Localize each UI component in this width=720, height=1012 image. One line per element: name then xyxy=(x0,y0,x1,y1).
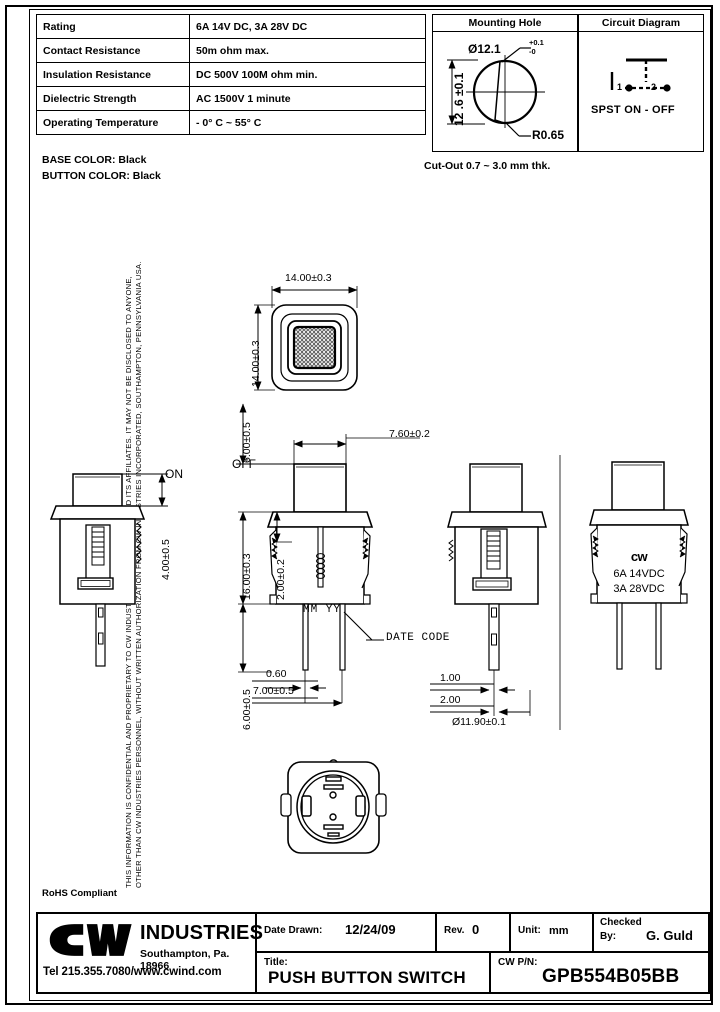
date-code-label: DATE CODE xyxy=(386,632,450,644)
side-view-pin-span-dim: 2.00 xyxy=(440,694,461,706)
drawing-sheet: THIS INFORMATION IS CONFIDENTIAL AND PRO… xyxy=(0,0,720,1012)
drawing-title-value: PUSH BUTTON SWITCH xyxy=(268,968,466,987)
spec-value-contact-resistance: 50m ohm max. xyxy=(189,38,426,63)
front-view-pin-pitch-dim: 7.00±0.5 xyxy=(253,685,294,697)
checked-by-label-line1: Checked xyxy=(600,917,642,928)
circuit-diagram-title: Circuit Diagram xyxy=(578,14,704,32)
table-row: Contact Resistance 50m ohm max. xyxy=(36,38,426,63)
mounting-hole-diameter: Ø12.1 xyxy=(468,42,501,56)
spec-label-dielectric-strength: Dielectric Strength xyxy=(36,86,190,111)
company-name: INDUSTRIES xyxy=(140,922,264,944)
unit-value: mm xyxy=(549,925,569,937)
rear-view-rating-line2: 3A 28VDC xyxy=(613,583,665,595)
confidentiality-note-line1: THIS INFORMATION IS CONFIDENTIAL AND PRO… xyxy=(124,275,133,888)
checked-by-value: G. Guld xyxy=(646,928,693,943)
mounting-hole-tol-plus: +0.1 xyxy=(529,38,544,47)
spec-label-contact-resistance: Contact Resistance xyxy=(36,38,190,63)
rear-view-brand-mark: cw xyxy=(630,549,648,564)
side-view-pin-width-dim: 1.00 xyxy=(440,672,461,684)
spec-value-operating-temperature: - 0° C ~ 55° C xyxy=(189,110,426,135)
spec-label-rating: Rating xyxy=(36,14,190,39)
company-logo-block: INDUSTRIES Southampton, Pa. 18966 Tel 21… xyxy=(40,916,263,990)
date-drawn-value: 12/24/09 xyxy=(345,922,396,937)
cw-logo-icon xyxy=(49,924,132,956)
confidentiality-note: THIS INFORMATION IS CONFIDENTIAL AND PRO… xyxy=(124,8,144,888)
part-number-label: CW P/N: xyxy=(498,957,538,968)
spec-label-insulation-resistance: Insulation Resistance xyxy=(36,62,190,87)
left-view-travel-dim: 4.00±0.5 xyxy=(160,539,172,580)
date-drawn-label: Date Drawn: xyxy=(264,925,323,936)
cutout-note: Cut-Out 0.7 ~ 3.0 mm thk. xyxy=(424,160,551,172)
mounting-hole-height: 12 .6 ±0.1 xyxy=(452,72,466,126)
mounting-hole-tol-minus: -0 xyxy=(529,47,536,56)
table-row: Operating Temperature - 0° C ~ 55° C xyxy=(36,110,426,135)
material-colors: BASE COLOR: Black BUTTON COLOR: Black xyxy=(42,152,161,184)
top-view-height-dim: 14.00±0.3 xyxy=(250,340,262,387)
unit-label: Unit: xyxy=(518,925,541,936)
base-color-note: BASE COLOR: Black xyxy=(42,154,147,166)
front-view-pin-length-dim: 6.00±0.5 xyxy=(241,689,253,730)
table-row: Dielectric Strength AC 1500V 1 minute xyxy=(36,86,426,111)
front-view-overall-height-dim: 16.00±0.3 xyxy=(241,553,253,600)
part-number-value: GPB554B05BB xyxy=(542,966,680,987)
title-label: Title: xyxy=(264,957,288,968)
circuit-diagram-panel xyxy=(578,14,704,152)
spec-value-rating: 6A 14V DC, 3A 28V DC xyxy=(189,14,426,39)
confidentiality-note-line2: OTHER THAN CW INDUSTRIES PERSONNEL, WITH… xyxy=(134,261,143,888)
specification-table: Rating 6A 14V DC, 3A 28V DC Contact Resi… xyxy=(36,14,426,135)
mounting-hole-title: Mounting Hole xyxy=(432,14,578,32)
side-view-barrel-dim: Ø11.90±0.1 xyxy=(452,716,507,728)
rev-value: 0 xyxy=(472,922,480,937)
rear-view-rating-line1: 6A 14VDC xyxy=(613,568,665,580)
front-view-top-stack-dim: 6.00±0.5 xyxy=(241,422,253,463)
front-view-pin-thickness-dim: 0.60 xyxy=(266,668,287,680)
terminal-2-label: 2 xyxy=(651,82,657,92)
mounting-hole-radius: R0.65 xyxy=(532,128,565,142)
table-row: Rating 6A 14V DC, 3A 28V DC xyxy=(36,14,426,39)
spec-value-insulation-resistance: DC 500V 100M ohm min. xyxy=(189,62,426,87)
checked-by-label-line2: By: xyxy=(600,931,617,942)
company-contact: Tel 215.355.7080/www.cwind.com xyxy=(43,966,222,978)
table-row: Insulation Resistance DC 500V 100M ohm m… xyxy=(36,62,426,87)
front-view-flange-dim: 2.00±0.2 xyxy=(275,559,287,600)
on-state-label: ON xyxy=(165,467,183,481)
rohs-compliant-note: RoHS Compliant xyxy=(42,888,117,899)
spec-label-operating-temperature: Operating Temperature xyxy=(36,110,190,135)
front-view-width-dim: 7.60±0.2 xyxy=(389,428,430,440)
spst-caption: SPST ON - OFF xyxy=(591,104,675,116)
rev-label: Rev. xyxy=(444,925,465,936)
button-color-note: BUTTON COLOR: Black xyxy=(42,170,161,182)
terminal-1-label: 1 xyxy=(617,82,623,92)
top-view-width-dim: 14.00±0.3 xyxy=(285,272,332,284)
date-code-marking: MM YY xyxy=(303,604,342,616)
spec-value-dielectric-strength: AC 1500V 1 minute xyxy=(189,86,426,111)
